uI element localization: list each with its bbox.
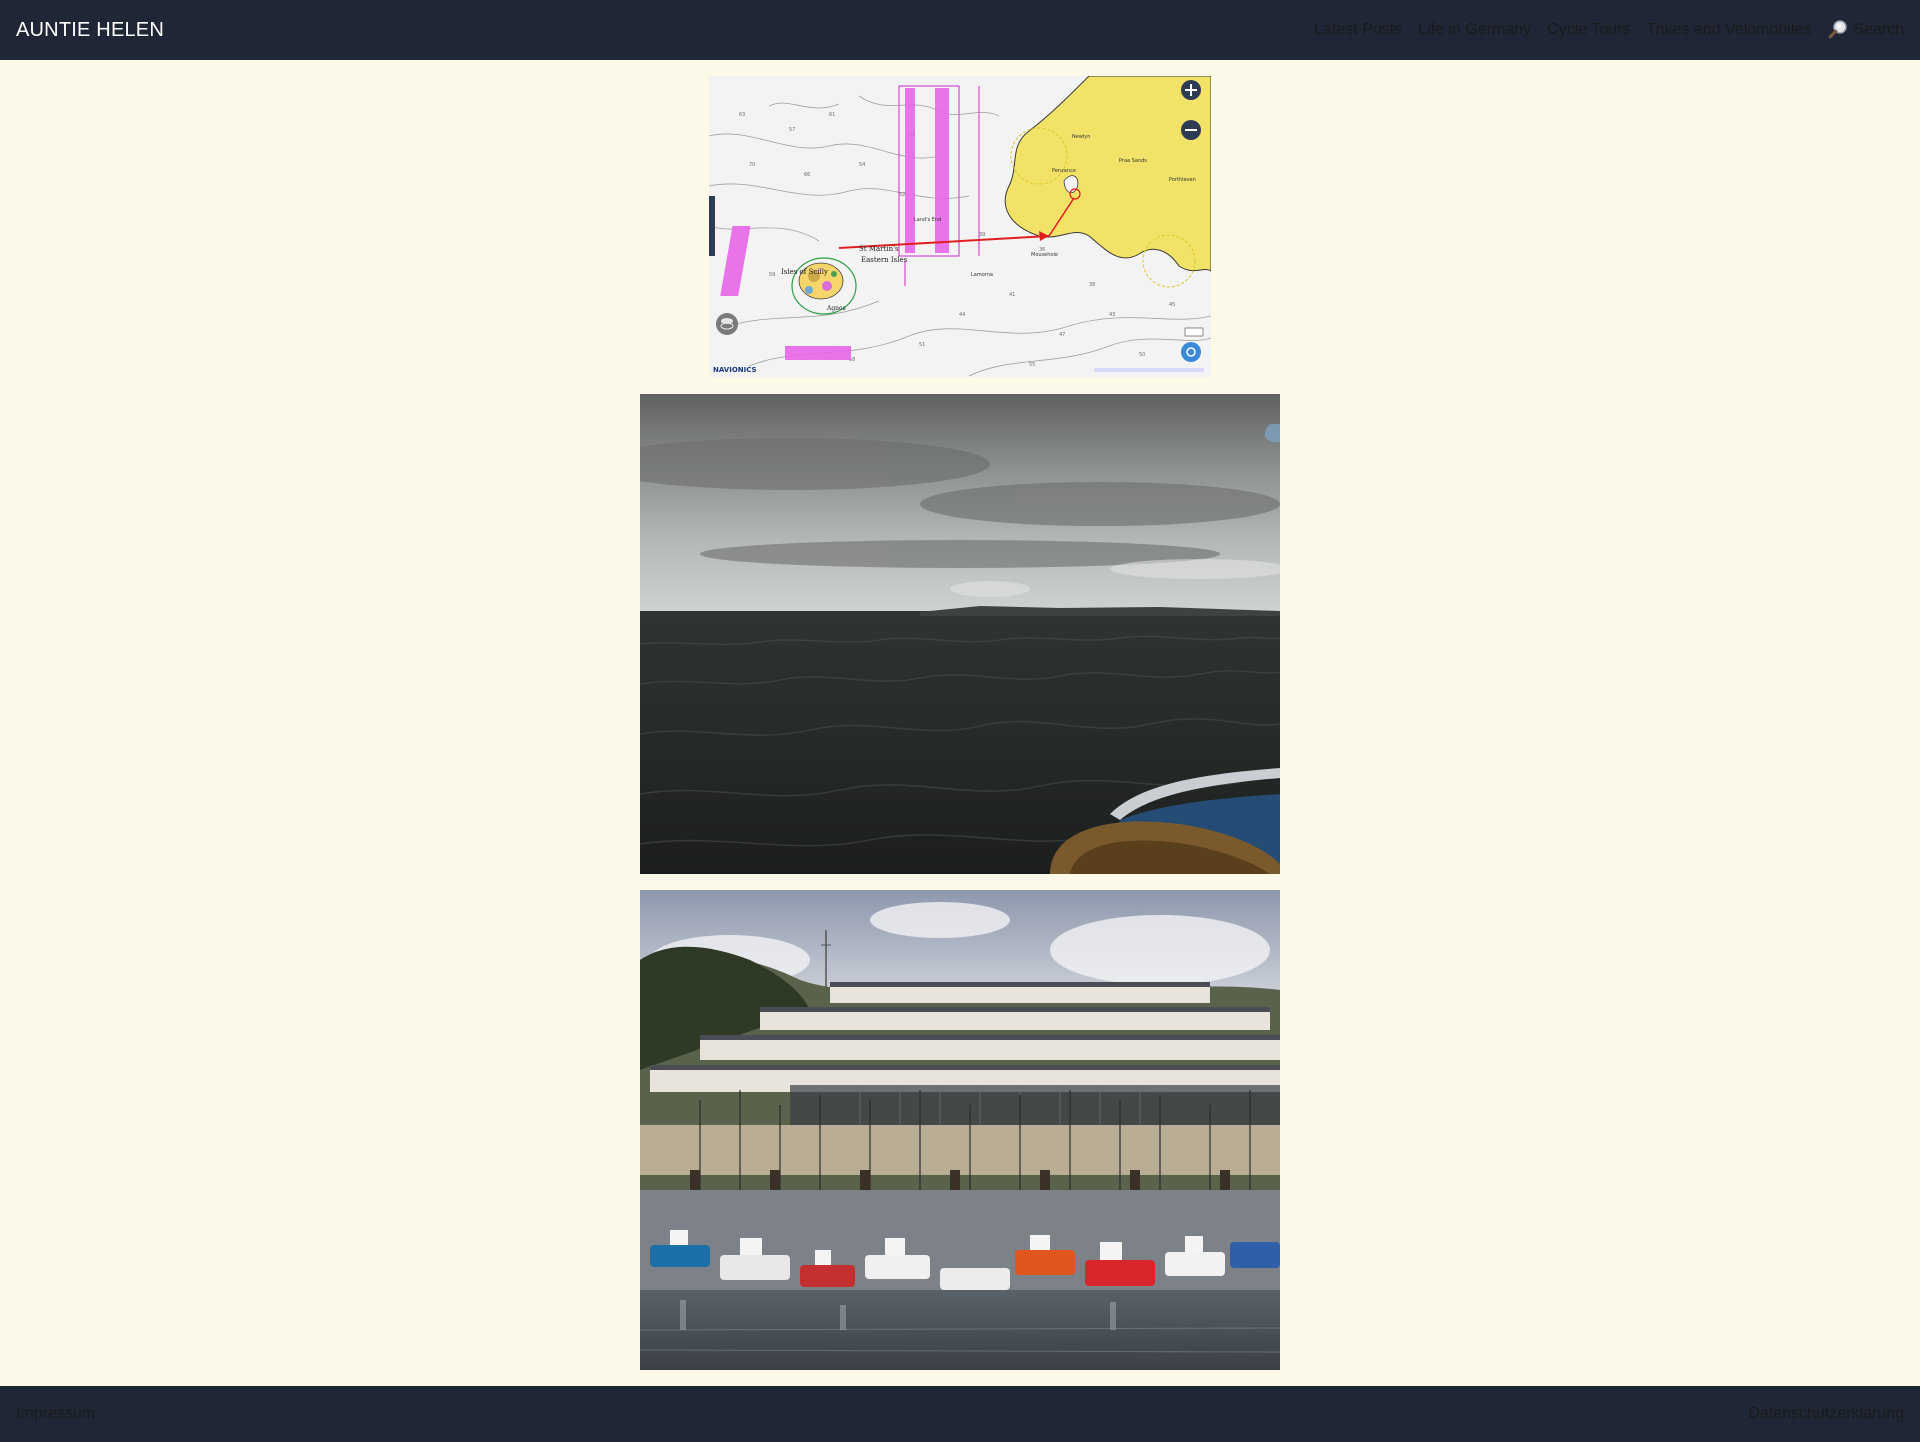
svg-text:57: 57 — [789, 127, 795, 133]
post-content: 635761 706654 485259 444147 435055 39363… — [0, 60, 1920, 1386]
nav-search-label: Search — [1853, 21, 1904, 38]
svg-text:55: 55 — [1029, 362, 1035, 368]
svg-text:59: 59 — [769, 272, 775, 278]
svg-text:45: 45 — [1169, 302, 1175, 308]
chart-label-agnes: Agnes — [826, 305, 846, 312]
svg-text:43: 43 — [1109, 312, 1115, 318]
chart-label-eastern-isles: Eastern Isles — [861, 256, 908, 264]
impressum-link[interactable]: Impressum — [16, 1405, 95, 1423]
top-navbar: AUNTIE HELEN Latest Posts Life in German… — [0, 0, 1920, 60]
svg-text:41: 41 — [1009, 292, 1015, 298]
svg-text:63: 63 — [739, 112, 745, 118]
svg-text:66: 66 — [804, 172, 810, 178]
nav-search[interactable]: Search — [1827, 19, 1904, 41]
svg-text:38: 38 — [1089, 282, 1095, 288]
chart-label-lands-end: Land's End — [914, 217, 941, 223]
nautical-chart-image[interactable]: 635761 706654 485259 444147 435055 39363… — [709, 76, 1211, 377]
magnifier-icon — [1827, 19, 1849, 41]
svg-text:54: 54 — [859, 162, 865, 168]
chart-label-newlyn: Newlyn — [1072, 134, 1090, 140]
chart-zoom-in-icon — [1181, 80, 1201, 100]
nav-trikes-and-velomobiles[interactable]: Trikes and Velomobiles — [1646, 21, 1811, 39]
chart-locate-icon — [1181, 342, 1201, 362]
chart-layers-icon — [716, 313, 738, 335]
sea-photo-image[interactable] — [640, 394, 1280, 874]
svg-text:47: 47 — [1059, 332, 1065, 338]
nav-cycle-tours[interactable]: Cycle Tours — [1547, 21, 1630, 39]
chart-label-st-martins: St Martin's — [859, 245, 899, 253]
chart-label-porthleven: Porthleven — [1169, 177, 1196, 183]
nav-latest-posts[interactable]: Latest Posts — [1314, 21, 1402, 39]
main-nav: Latest Posts Life in Germany Cycle Tours… — [1314, 19, 1904, 41]
chart-label-praa-sands: Praa Sands — [1119, 158, 1147, 164]
chart-brand-logo: NAVIONICS — [713, 366, 757, 374]
nav-life-in-germany[interactable]: Life in Germany — [1418, 21, 1531, 39]
chart-label-mousehole: Mousehole — [1031, 252, 1058, 258]
svg-text:51: 51 — [919, 342, 925, 348]
chart-label-lamorna: Lamorna — [971, 272, 993, 278]
svg-text:52: 52 — [899, 192, 905, 198]
site-footer: Impressum Datenschutzerklärung — [0, 1386, 1920, 1442]
svg-text:39: 39 — [979, 232, 985, 238]
chart-label-penzance: Penzance — [1052, 168, 1076, 174]
svg-text:70: 70 — [749, 162, 755, 168]
svg-text:50: 50 — [1139, 352, 1145, 358]
privacy-policy-link[interactable]: Datenschutzerklärung — [1748, 1405, 1904, 1423]
harbour-photo-image[interactable] — [640, 890, 1280, 1370]
chart-zoom-out-icon — [1181, 120, 1201, 140]
chart-label-isles-of-scilly: Isles of Scilly — [781, 268, 828, 276]
svg-text:61: 61 — [829, 112, 835, 118]
svg-text:44: 44 — [959, 312, 965, 318]
site-brand-link[interactable]: AUNTIE HELEN — [16, 19, 164, 42]
